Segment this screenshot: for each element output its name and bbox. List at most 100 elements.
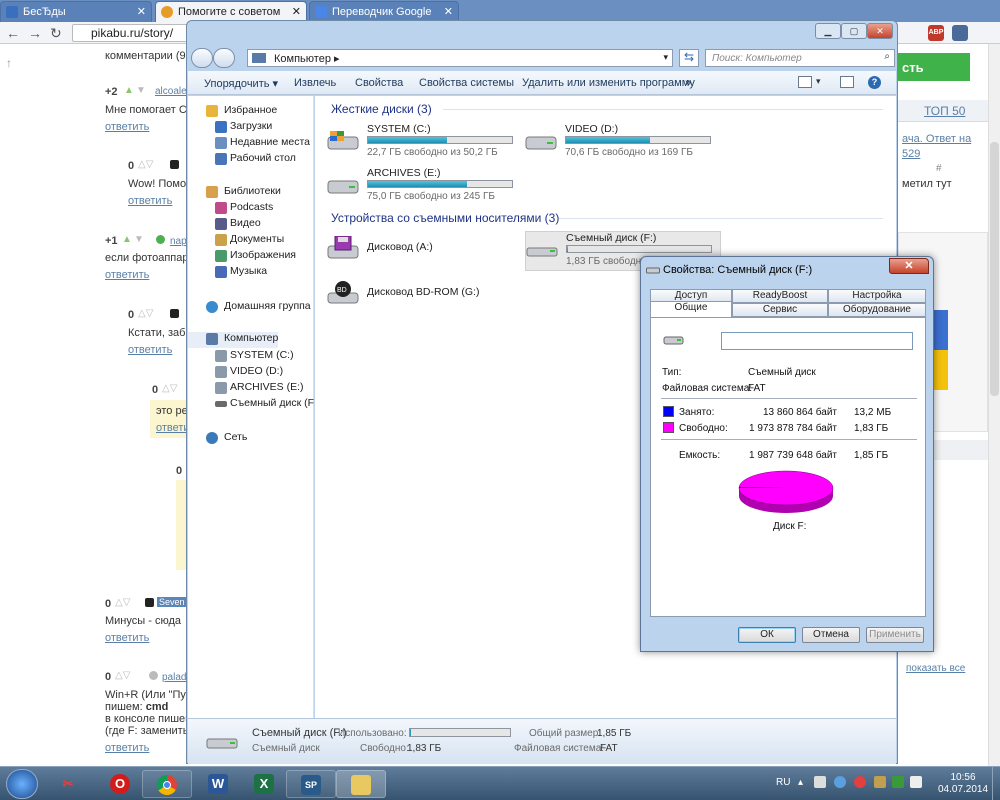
uninstall-program-button[interactable]: Удалить или изменить программу [522, 77, 695, 89]
nav-item-network[interactable]: Сеть [188, 431, 247, 447]
nav-item-desktop[interactable]: Рабочий стол [188, 152, 296, 168]
taskbar-scissors[interactable]: ✂ [44, 770, 94, 798]
group-header-hdd[interactable]: Жесткие диски (3) [331, 102, 432, 116]
vote-up-icon[interactable]: △▽ [138, 159, 153, 170]
tab-tools[interactable]: Сервис [732, 303, 828, 317]
comment-author[interactable]: nap [170, 236, 187, 247]
back-arrow-icon[interactable]: ← [6, 25, 20, 41]
page-scrollbar[interactable] [988, 44, 1000, 766]
close-button[interactable]: ✕ [867, 23, 893, 39]
forward-arrow-icon[interactable]: → [28, 25, 42, 41]
taskbar-sp[interactable]: SP [286, 770, 336, 798]
more-commands-button[interactable]: » [685, 77, 691, 89]
group-header-removable[interactable]: Устройства со съемными носителями (3) [331, 211, 559, 225]
vote-down-icon[interactable]: ▼ [134, 234, 144, 245]
tray-arrow-icon[interactable]: ▴ [798, 777, 803, 788]
url-bar[interactable]: pikabu.ru/story/ [72, 24, 192, 42]
vote-up-icon[interactable]: ▲ [122, 234, 132, 245]
nav-item-pictures[interactable]: Изображения [188, 249, 296, 265]
drive-e[interactable]: ARCHIVES (E:) 75,0 ГБ свободно из 245 ГБ [327, 167, 517, 203]
tab-besedy[interactable]: БесЂды ✕ [0, 1, 152, 22]
drive-d[interactable]: VIDEO (D:) 70,6 ГБ свободно из 169 ГБ [525, 123, 715, 159]
maximize-button[interactable]: ▢ [841, 23, 867, 39]
reload-icon[interactable]: ↻ [50, 25, 62, 42]
top50-link[interactable]: ТОП 50 [924, 104, 965, 118]
reply-link[interactable]: ответить [105, 269, 149, 281]
reply-link[interactable]: ответить [105, 121, 149, 133]
drive-c[interactable]: SYSTEM (C:) 22,7 ГБ свободно из 50,2 ГБ [327, 123, 517, 159]
organize-button[interactable]: Упорядочить ▾ [204, 77, 278, 90]
vote-up-icon[interactable]: △▽ [138, 308, 153, 319]
forward-button[interactable] [213, 48, 235, 68]
nav-item-favorites[interactable]: Избранное [188, 104, 277, 120]
vote-up-icon[interactable]: △▽ [115, 597, 130, 608]
right-story-link[interactable]: ача. Ответ на [902, 133, 971, 145]
adblock-plus-icon[interactable]: ABP [928, 25, 944, 41]
nav-item-documents[interactable]: Документы [188, 233, 284, 249]
apply-button[interactable]: Применить [866, 627, 924, 643]
nav-item-drive-d[interactable]: VIDEO (D:) [188, 365, 283, 381]
tab-customize[interactable]: Настройка [828, 289, 926, 303]
nav-item-drive-f[interactable]: Съемный диск (F:) [188, 397, 320, 413]
flag-icon[interactable] [910, 776, 922, 788]
reply-link[interactable]: ответить [128, 195, 172, 207]
vote-up-icon[interactable]: △▽ [115, 670, 130, 681]
search-input[interactable]: Поиск: Компьютер ⌕ [705, 49, 895, 67]
system-properties-button[interactable]: Свойства системы [419, 77, 514, 89]
nav-item-drive-e[interactable]: ARCHIVES (E:) [188, 381, 304, 397]
taskbar-excel[interactable]: X [240, 770, 290, 798]
close-tab-icon[interactable]: ✕ [292, 5, 301, 18]
address-path[interactable]: Компьютер ▸ ▾ [247, 49, 673, 67]
taskbar-opera[interactable]: O [96, 770, 146, 798]
view-options-icon[interactable] [798, 76, 812, 88]
comment-author[interactable]: Seven [157, 597, 187, 607]
tab-general[interactable]: Общие [650, 301, 732, 317]
help-icon[interactable]: ? [868, 76, 881, 89]
eject-button[interactable]: Извлечь [294, 77, 336, 89]
vote-down-icon[interactable]: ▼ [136, 85, 146, 96]
nav-item-recent[interactable]: Недавние места [188, 136, 310, 152]
taskbar-chrome[interactable] [142, 770, 192, 798]
network-tray-icon[interactable] [834, 776, 846, 788]
properties-button[interactable]: Свойства [355, 77, 403, 89]
drive-g[interactable]: BD Дисковод BD-ROM (G:) [327, 277, 517, 313]
nav-item-video[interactable]: Видео [188, 217, 261, 233]
tray-app-icon[interactable] [892, 776, 904, 788]
comment-author[interactable]: palad [162, 672, 186, 683]
green-action-button[interactable]: сть [892, 53, 970, 81]
tab-google-translate[interactable]: Переводчик Google ✕ [309, 1, 459, 22]
minimize-button[interactable]: ▁ [815, 23, 841, 39]
back-button[interactable] [191, 48, 213, 68]
nav-item-computer[interactable]: Компьютер [188, 332, 279, 348]
ok-button[interactable]: ОК [738, 627, 796, 643]
taskbar-explorer[interactable] [336, 770, 386, 798]
nav-item-homegroup[interactable]: Домашняя группа [188, 300, 311, 316]
shield-extension-icon[interactable] [952, 25, 968, 41]
right-story-link[interactable]: 529 [902, 148, 920, 160]
vote-up-icon[interactable]: ▲ [124, 85, 134, 96]
tray-app-icon[interactable] [854, 776, 866, 788]
nav-item-libraries[interactable]: Библиотеки [188, 185, 281, 201]
scrollbar-thumb[interactable] [990, 142, 999, 396]
show-desktop-button[interactable] [992, 767, 1000, 800]
taskbar-word[interactable]: W [194, 770, 244, 798]
cancel-button[interactable]: Отмена [802, 627, 860, 643]
tab-pomogite[interactable]: Помогите с советом ✕ [155, 1, 307, 22]
nav-item-podcasts[interactable]: Podcasts [188, 201, 273, 217]
chevron-down-icon[interactable]: ▾ [816, 76, 821, 87]
tab-readyboost[interactable]: ReadyBoost [732, 289, 828, 303]
reply-link[interactable]: ответить [128, 344, 172, 356]
volume-label-input[interactable] [721, 332, 913, 350]
close-tab-icon[interactable]: ✕ [444, 5, 453, 18]
scroll-up-arrow-icon[interactable]: ↑ [6, 56, 12, 70]
clock[interactable]: 10:56 04.07.2014 [938, 772, 988, 796]
show-all-link[interactable]: показать все [906, 663, 965, 674]
tray-app-icon[interactable] [874, 776, 886, 788]
close-tab-icon[interactable]: ✕ [137, 5, 146, 18]
chevron-down-icon[interactable]: ▾ [663, 52, 668, 63]
language-indicator[interactable]: RU [776, 777, 790, 788]
dialog-close-button[interactable]: ✕ [889, 258, 929, 274]
reply-link[interactable]: ответить [105, 632, 149, 644]
volume-icon[interactable] [814, 776, 826, 788]
nav-item-downloads[interactable]: Загрузки [188, 120, 272, 136]
